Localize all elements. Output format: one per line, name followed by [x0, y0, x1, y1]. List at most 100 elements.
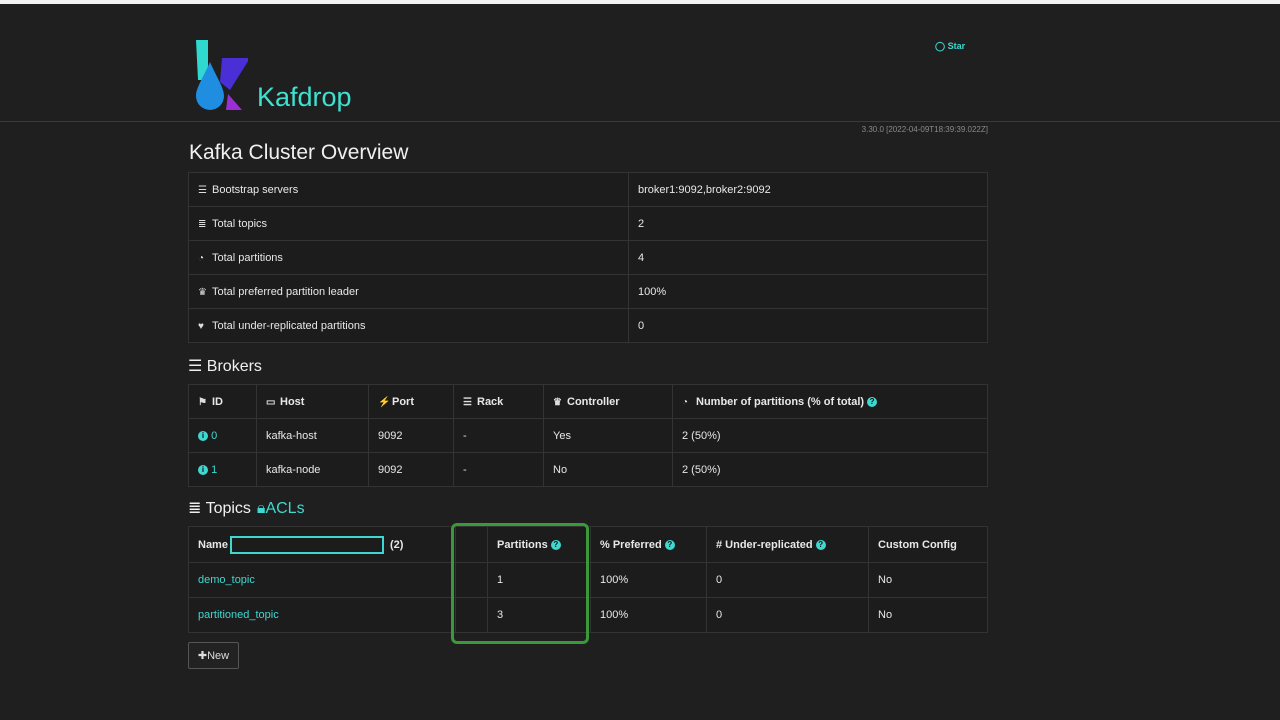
overview-label-cell: ♥ Total under-replicated partitions	[188, 308, 629, 343]
overview-value: 0	[628, 308, 988, 343]
brokers-heading-text: Brokers	[206, 358, 262, 375]
broker-id-link[interactable]: 0	[211, 430, 217, 442]
broker-cell: No	[543, 452, 673, 487]
version-text: 3.30.0 [2022-04-09T18:39:39.022Z]	[861, 125, 988, 134]
trophy-icon: ♛	[198, 286, 207, 298]
star-label: Star	[947, 41, 966, 51]
topic-link[interactable]: demo_topic	[198, 574, 255, 586]
brand-name: Kafdrop	[257, 82, 352, 112]
topic-row: partitioned_topic 3 100% 0 No	[188, 597, 988, 633]
topic-cell: 0	[706, 597, 869, 633]
overview-label-cell: ◔ Total partitions	[188, 240, 629, 275]
broker-cell: -	[453, 452, 544, 487]
overview-value: broker1:9092,broker2:9092	[628, 172, 988, 207]
overview-label-cell: ☰ Bootstrap servers	[188, 172, 629, 207]
broker-cell: 2 (50%)	[672, 418, 988, 453]
overview-label: Total topics	[212, 217, 268, 230]
overview-label-cell: ♛ Total preferred partition leader	[188, 274, 629, 309]
help-icon[interactable]: ?	[550, 539, 561, 550]
info-icon[interactable]: i	[198, 464, 208, 475]
broker-id-link[interactable]: 1	[211, 464, 217, 476]
empty-cell	[455, 597, 488, 633]
pie-chart-icon: ◔	[682, 396, 689, 408]
database-icon: ≣	[198, 218, 207, 230]
header-label: % Preferred	[600, 538, 662, 551]
name-label: Name	[198, 538, 228, 551]
broker-id-cell[interactable]: i 1	[188, 452, 257, 487]
page-title: Kafka Cluster Overview	[189, 141, 409, 164]
github-star-link[interactable]: ◯ Star	[935, 41, 965, 52]
top-strip	[0, 0, 1280, 4]
topic-cell: No	[868, 597, 988, 633]
overview-row: ♥ Total under-replicated partitions 0	[188, 308, 988, 343]
server-icon: ☰	[188, 358, 207, 375]
broker-cell: kafka-host	[256, 418, 369, 453]
topics-heading-text: Topics	[205, 500, 251, 517]
broker-col-header: ◔ Number of partitions (% of total) ?	[672, 384, 988, 419]
trophy-icon: ♛	[553, 396, 562, 408]
topics-heading: ≣ Topics 🔒︎ACLs	[188, 498, 305, 518]
overview-value: 2	[628, 206, 988, 241]
topic-cell: No	[868, 562, 988, 598]
broker-col-header: ♛ Controller	[543, 384, 673, 419]
topic-name-cell[interactable]: partitioned_topic	[188, 597, 456, 633]
topic-count: (2)	[389, 538, 404, 551]
topic-cell: 100%	[590, 562, 707, 598]
header-label: Number of partitions (% of total)	[696, 395, 865, 408]
help-icon[interactable]: ?	[867, 396, 878, 407]
github-icon: ◯	[935, 41, 948, 51]
broker-col-header: ⚡ Port	[368, 384, 454, 419]
topic-row: demo_topic 1 100% 0 No	[188, 562, 988, 598]
overview-row: ≣ Total topics 2	[188, 206, 988, 241]
overview-row: ☰ Bootstrap servers broker1:9092,broker2:9…	[188, 172, 988, 207]
topic-cell: 0	[706, 562, 869, 598]
help-icon[interactable]: ?	[815, 539, 826, 550]
pie-chart-icon: ◔	[198, 252, 205, 264]
server-icon: ☰	[463, 396, 472, 408]
topic-filter-input[interactable]	[229, 535, 384, 554]
help-icon[interactable]: ?	[664, 539, 675, 550]
header-label: Partitions	[497, 538, 548, 551]
header-label: Rack	[477, 395, 504, 408]
broker-row: i 1 kafka-node 9092- No 2 (50%)	[188, 452, 988, 487]
broker-cell: -	[453, 418, 544, 453]
topic-col-header: % Preferred ?	[590, 526, 707, 563]
acls-label: ACLs	[265, 500, 305, 517]
topic-cell: 1	[487, 562, 591, 598]
topic-name-cell[interactable]: demo_topic	[188, 562, 456, 598]
overview-label: Bootstrap servers	[212, 183, 299, 196]
tag-icon: ⚑	[198, 396, 207, 408]
new-topic-button[interactable]: ✚New	[188, 642, 239, 669]
topic-cell: 100%	[590, 597, 707, 633]
brokers-heading: ☰ Brokers	[188, 356, 262, 376]
new-label: New	[207, 650, 230, 662]
brokers-table: ⚑ ID ▭ Host ⚡ Port ☰ Rack ♛ Controller ◔ Number of …	[188, 384, 988, 487]
name-header: Name (2)	[188, 526, 456, 563]
database-icon: ≣	[188, 500, 206, 517]
broker-cell: Yes	[543, 418, 673, 453]
broker-cell: 9092	[368, 418, 454, 453]
overview-label: Total preferred partition leader	[212, 285, 359, 298]
broker-id-cell[interactable]: i 0	[188, 418, 257, 453]
broker-cell: kafka-node	[256, 452, 369, 487]
topic-link[interactable]: partitioned_topic	[198, 609, 279, 621]
overview-table: ☰ Bootstrap servers broker1:9092,broker2:9…	[188, 172, 988, 343]
acls-link[interactable]: 🔒︎ACLs	[257, 500, 305, 517]
header-label: Port	[392, 395, 414, 408]
overview-label: Total partitions	[212, 251, 283, 264]
broker-col-header: ⚑ ID	[188, 384, 257, 419]
empty-cell	[455, 562, 488, 598]
topic-col-header: Custom Config	[868, 526, 988, 563]
overview-value: 4	[628, 240, 988, 275]
broker-cell: 9092	[368, 452, 454, 487]
header-label: Host	[280, 395, 305, 408]
header-label: # Under-replicated	[716, 538, 813, 551]
laptop-icon: ▭	[266, 396, 276, 408]
kafdrop-logo	[196, 40, 248, 110]
plus-icon: ✚	[197, 650, 208, 662]
broker-row: i 0 kafka-host 9092- Yes 2 (50%)	[188, 418, 988, 453]
server-icon: ☰	[198, 184, 207, 196]
info-icon[interactable]: i	[198, 430, 208, 441]
overview-label-cell: ≣ Total topics	[188, 206, 629, 241]
empty-header	[455, 526, 488, 563]
